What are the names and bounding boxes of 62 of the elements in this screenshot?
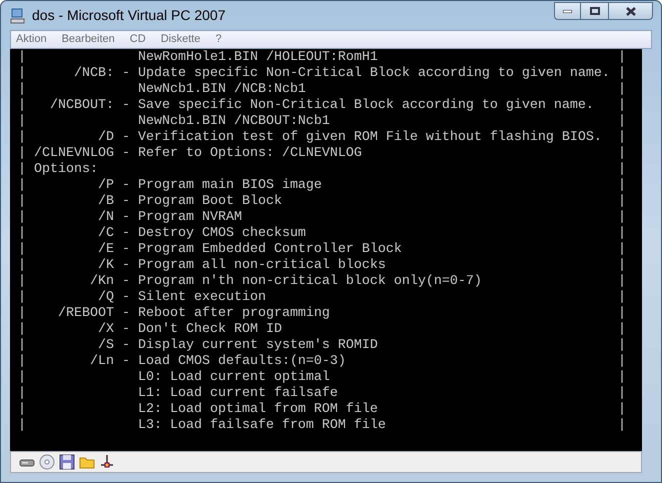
menu-item[interactable]: ? xyxy=(215,31,222,48)
console-border: | xyxy=(618,226,626,242)
minimize-button[interactable] xyxy=(554,2,581,20)
console-line: | NewRomHole1.BIN /HOLEOUT:RomH1 xyxy=(18,50,379,66)
console-line: | L3: Load failsafe from ROM file xyxy=(18,418,387,434)
console-line: | L0: Load current optimal xyxy=(18,370,331,386)
console-line: | /X - Don't Check ROM ID xyxy=(18,322,283,338)
console-line: | Options: xyxy=(18,162,99,178)
console-border: | xyxy=(618,130,626,146)
console-border: | xyxy=(618,418,626,434)
console-border: | xyxy=(618,146,626,162)
console-border: | xyxy=(618,402,626,418)
console-border: | xyxy=(618,258,626,274)
console-border: | xyxy=(618,162,626,178)
console-line: | /NCBOUT: - Save specific Non-Critical Block according to given name. xyxy=(18,98,595,114)
console-border: | xyxy=(618,354,626,370)
console-border: | xyxy=(618,274,626,290)
console-line: | /NCB: - Update specific Non-Critical Block according to given name. xyxy=(18,66,611,82)
console-border: | xyxy=(618,242,626,258)
console-border: | xyxy=(618,50,626,66)
menu-item[interactable]: Diskette xyxy=(160,31,200,48)
console-line: | /K - Program all non-critical blocks xyxy=(18,258,387,274)
menu-item[interactable]: Aktion xyxy=(16,31,47,48)
console-line: | /CLNEVNLOG - Refer to Options: /CLNEVNLOG xyxy=(18,146,363,162)
network-icon[interactable] xyxy=(99,454,115,470)
console-line: | /B - Program Boot Block xyxy=(18,194,283,210)
console-border: | xyxy=(618,322,626,338)
console-line: | NewNcb1.BIN /NCB:Ncb1 xyxy=(18,82,307,98)
console-line: | /E - Program Embedded Controller Block xyxy=(18,242,403,258)
console-border: | xyxy=(618,66,626,82)
console-border: | xyxy=(618,386,626,402)
computer-icon xyxy=(10,8,26,24)
menu-item[interactable]: CD xyxy=(130,31,146,48)
console-line: | /REBOOT - Reboot after programming xyxy=(18,306,331,322)
console-line: | /N - Program NVRAM xyxy=(18,210,243,226)
console-line: | /D - Verification test of given ROM File without flashing BIOS. xyxy=(18,130,603,146)
menu-item[interactable]: Bearbeiten xyxy=(62,31,115,48)
console-line: | /Ln - Load CMOS defaults:(n=0-3) xyxy=(18,354,347,370)
console-border: | xyxy=(618,98,626,114)
console-line: | L2: Load optimal from ROM file xyxy=(18,402,379,418)
console-border: | xyxy=(618,114,626,130)
window-title: dos - Microsoft Virtual PC 2007 xyxy=(32,6,226,25)
console-line: | /Q - Silent execution xyxy=(18,290,267,306)
console-line: | /S - Display current system's ROMID xyxy=(18,338,379,354)
minimize-icon xyxy=(563,10,572,12)
console-line: | /P - Program main BIOS image xyxy=(18,178,323,194)
console-line: | /C - Destroy CMOS checksum xyxy=(18,226,307,242)
console-line: | L1: Load current failsafe xyxy=(18,386,339,402)
console-border: | xyxy=(618,210,626,226)
console-border: | xyxy=(618,82,626,98)
console-line: | NewNcb1.BIN /NCBOUT:Ncb1 xyxy=(18,114,331,130)
console-border: | xyxy=(618,194,626,210)
maximize-button[interactable] xyxy=(581,2,608,20)
close-icon xyxy=(626,6,636,16)
console-border: | xyxy=(618,306,626,322)
console-border: | xyxy=(618,290,626,306)
console-line: | /Kn - Program n'th non-critical block only(n=0-7) xyxy=(18,274,483,290)
close-button[interactable] xyxy=(608,2,653,20)
maximize-icon xyxy=(590,7,600,15)
console-border: | xyxy=(618,370,626,386)
console-border: | xyxy=(618,178,626,194)
console-border: | xyxy=(618,338,626,354)
